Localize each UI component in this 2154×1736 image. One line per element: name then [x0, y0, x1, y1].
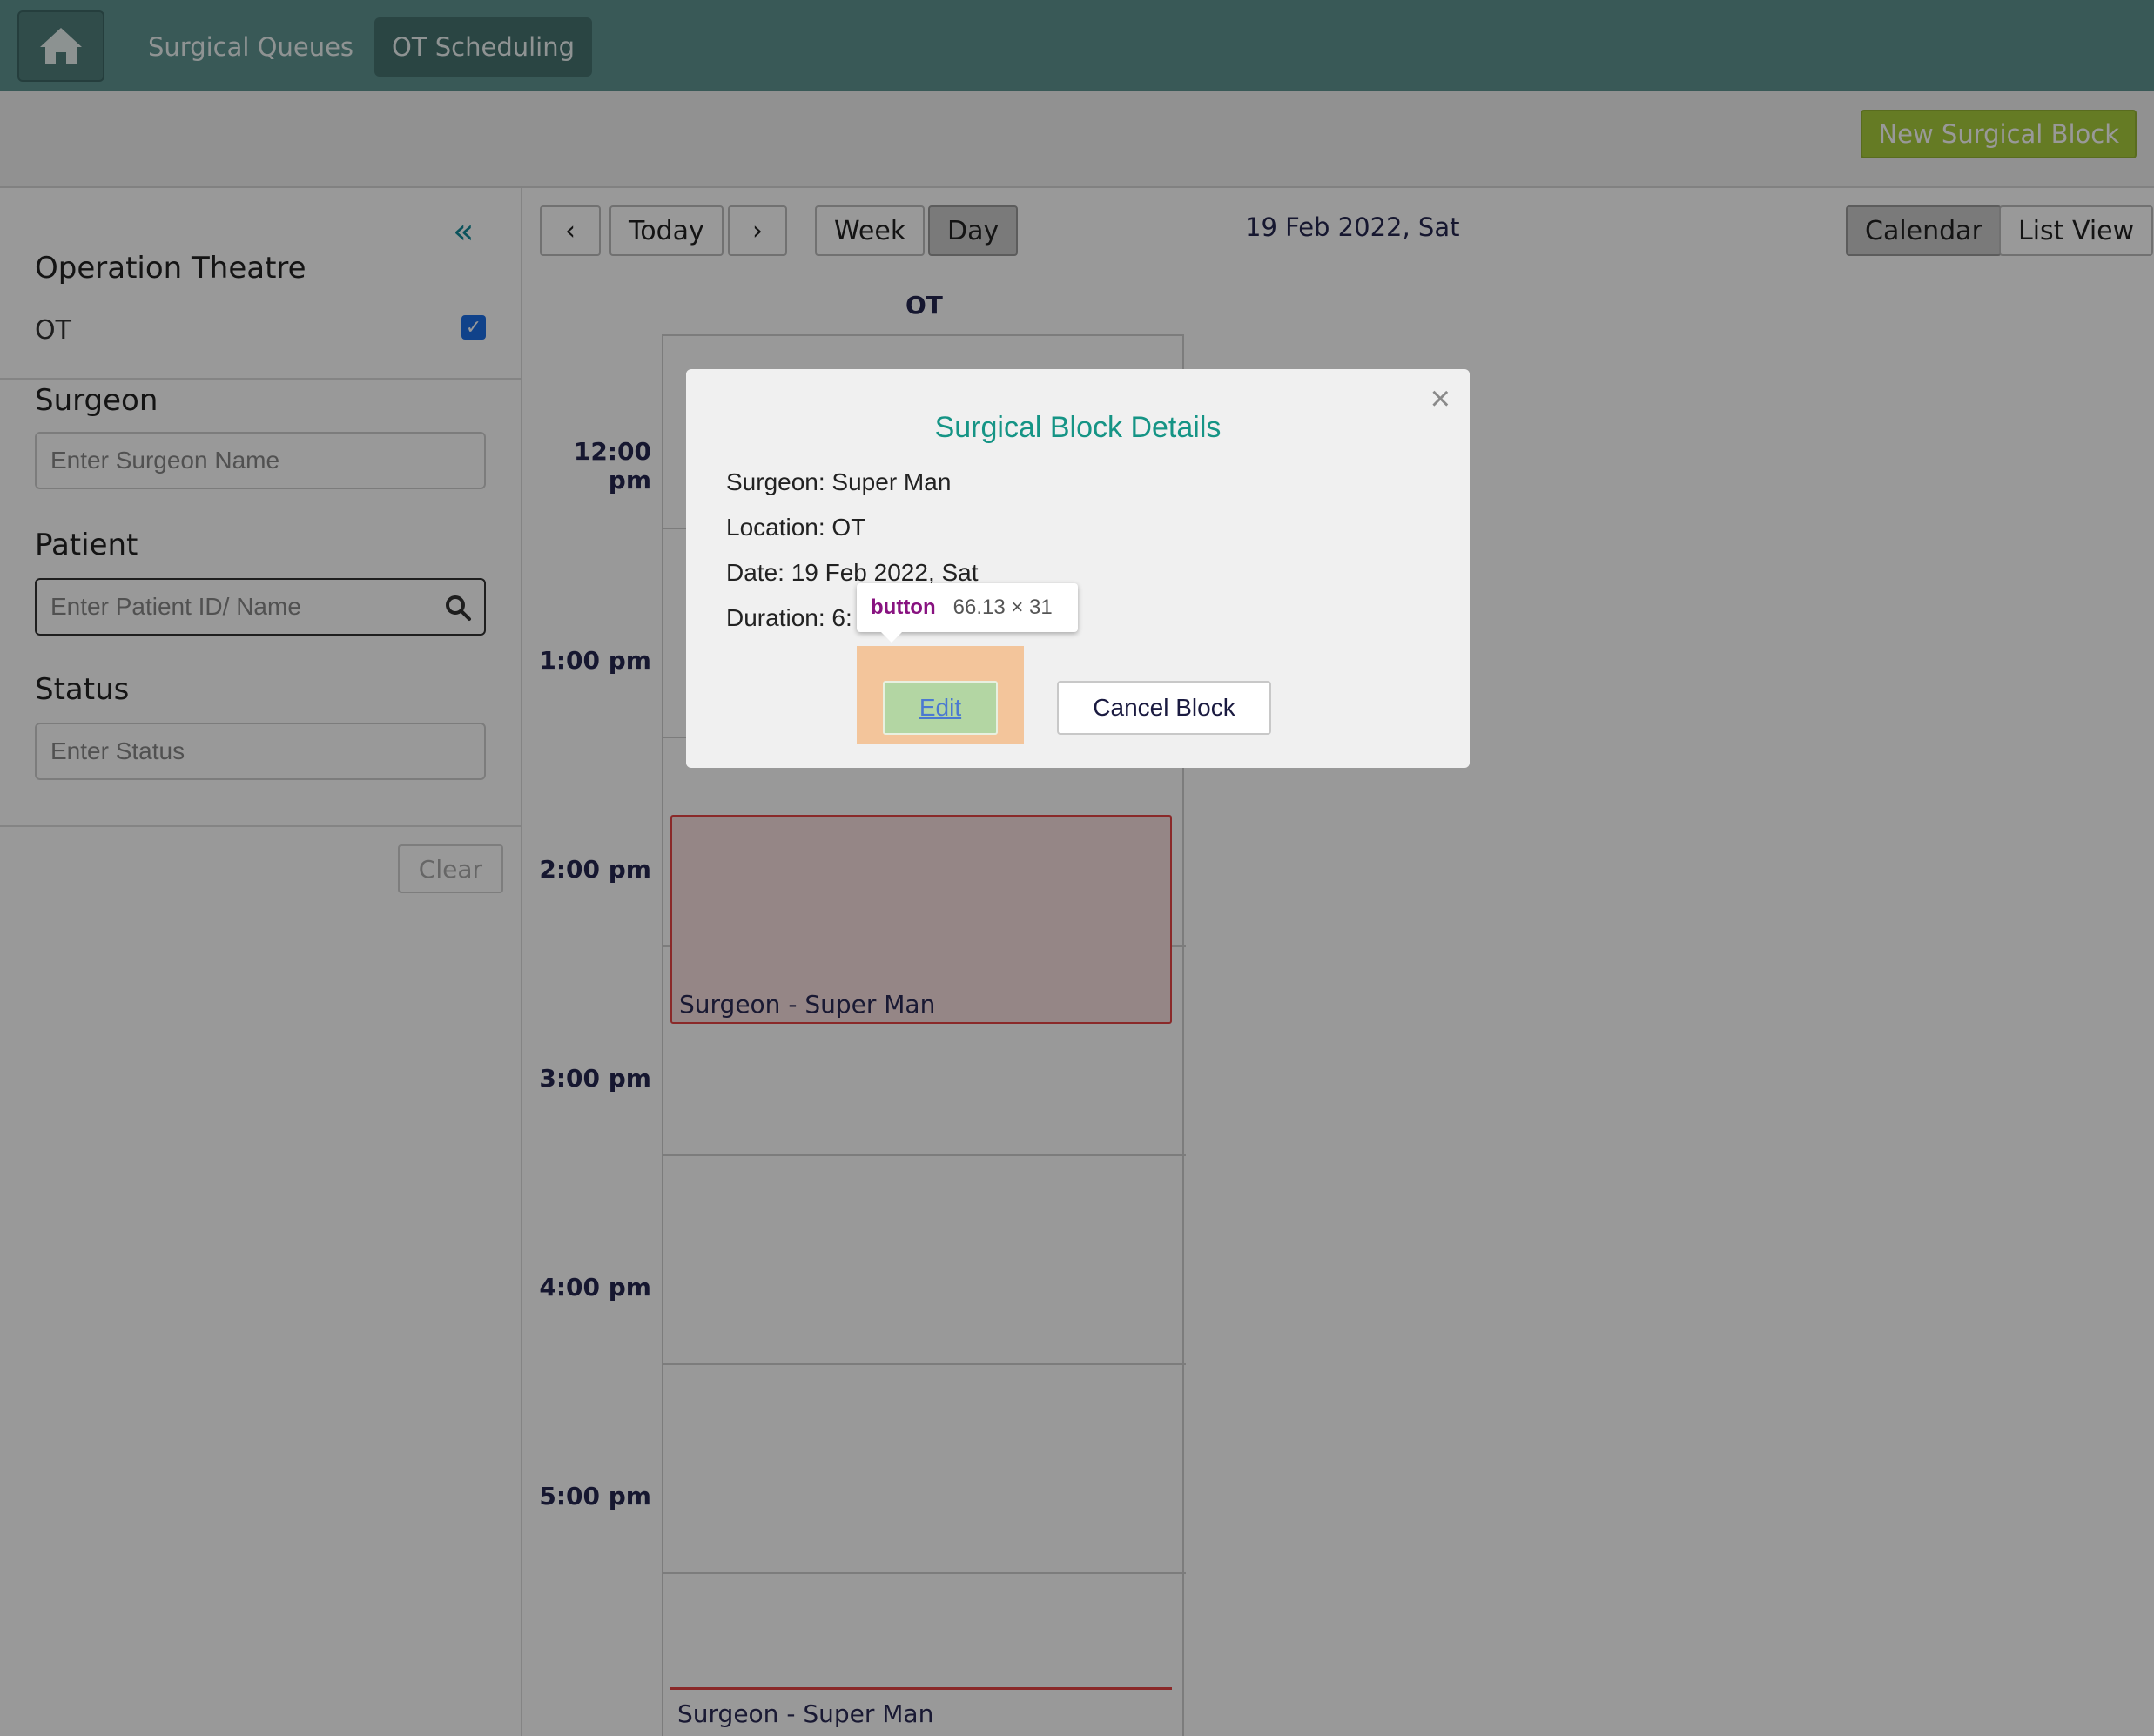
- duration-detail: Duration: 6:: [726, 604, 852, 631]
- surgeon-detail: Surgeon: Super Man: [726, 468, 952, 495]
- modal-backdrop[interactable]: [0, 0, 2154, 1736]
- location-detail: Location: OT: [726, 514, 866, 541]
- devtools-tooltip-arrow: [879, 630, 904, 643]
- surgical-block-details-modal: × Surgical Block Details Surgeon: Super …: [686, 369, 1470, 768]
- devtools-tooltip-tag: button: [871, 595, 936, 619]
- cancel-block-button[interactable]: Cancel Block: [1057, 681, 1271, 735]
- devtools-tooltip: button 66.13 × 31: [857, 583, 1078, 632]
- modal-title: Surgical Block Details: [934, 411, 1222, 444]
- devtools-tooltip-dimensions: 66.13 × 31: [952, 595, 1053, 619]
- edit-button[interactable]: Edit: [883, 681, 998, 735]
